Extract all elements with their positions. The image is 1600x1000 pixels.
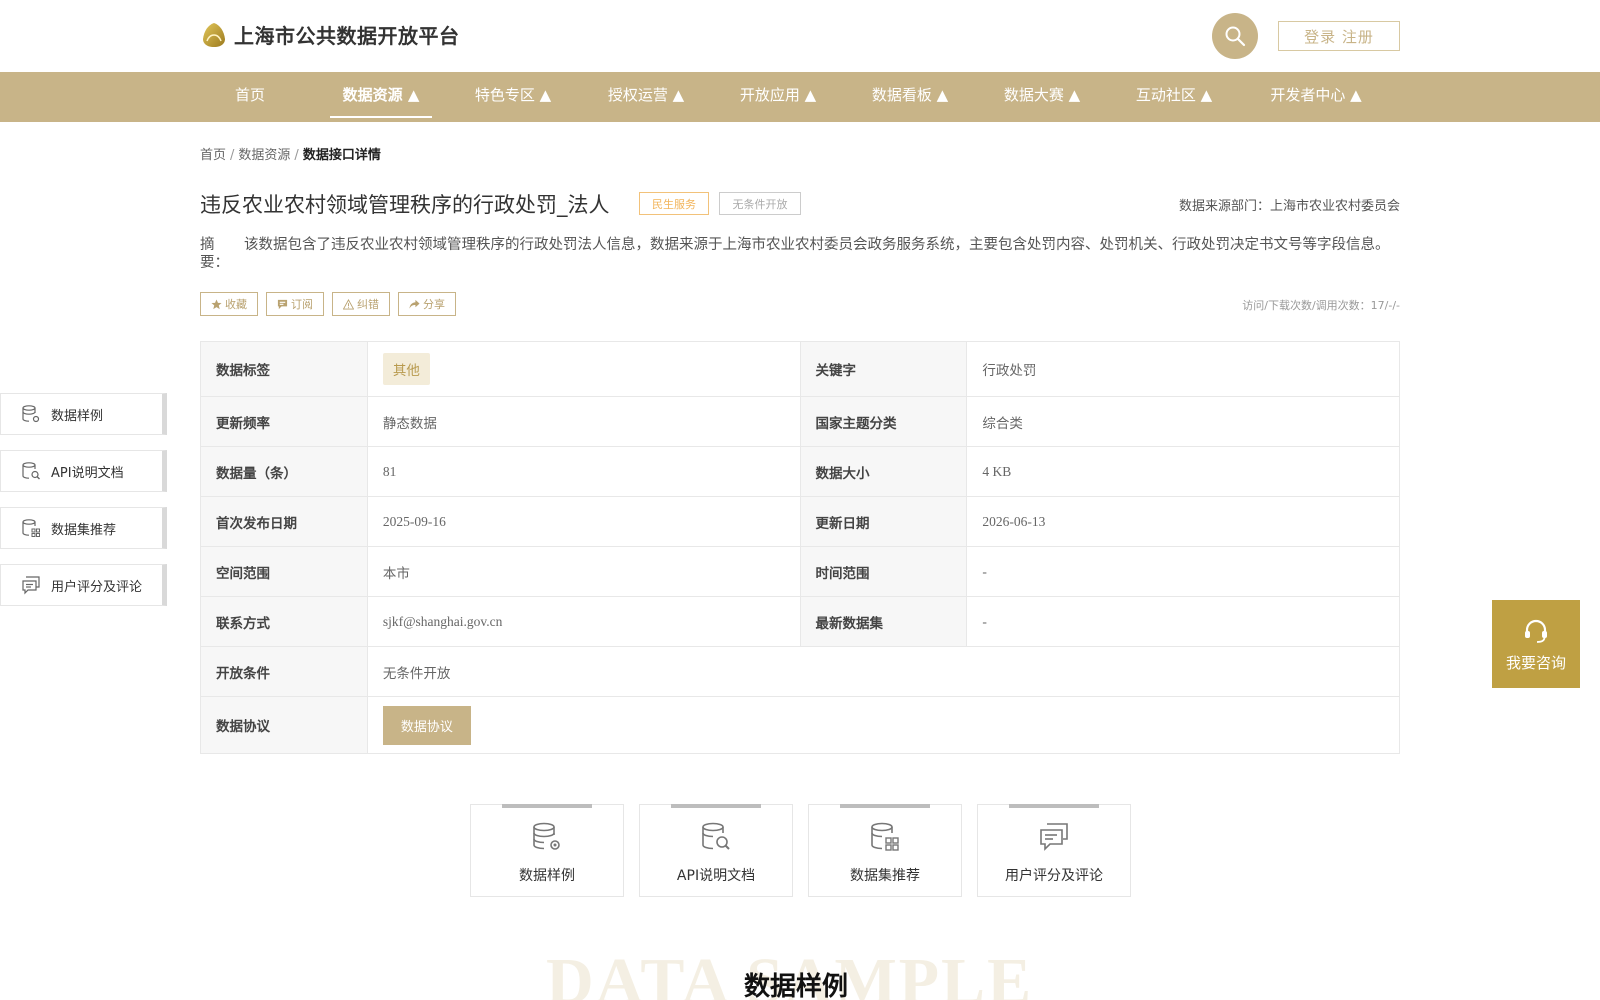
nav-developer-center[interactable]: 开发者中心 ▲ (1265, 72, 1367, 122)
table-value: 本市 (366, 546, 801, 597)
table-key: 开放条件 (200, 646, 368, 697)
database-gear-icon (533, 822, 560, 850)
star-icon (211, 298, 222, 309)
table-row: 联系方式 sjkf@shanghai.gov.cn 最新数据集 - (200, 596, 1400, 647)
share-button[interactable]: 分享 (398, 292, 456, 316)
site-logo[interactable]: 上海市公共数据开放平台 (200, 20, 460, 49)
table-value: - (966, 546, 1400, 597)
table-value: 无条件开放 (366, 646, 1401, 697)
source-department: 数据来源部门：上海市农业农村委员会 (1178, 199, 1400, 214)
table-row: 数据标签 其他 关键字 行政处罚 (200, 341, 1400, 397)
open-type-tag: 无条件开放 (719, 192, 801, 215)
table-row: 数据量（条） 81 数据大小 4 KB (200, 446, 1400, 497)
table-value: 静态数据 (366, 396, 801, 447)
table-key: 首次发布日期 (200, 496, 368, 547)
table-key: 时间范围 (799, 546, 968, 597)
dataset-info-table: 数据标签 其他 关键字 行政处罚 更新频率 静态数据 国家主题分类 综合类 数据… (200, 341, 1401, 754)
table-value: 综合类 (966, 396, 1400, 447)
table-key: 关键字 (799, 341, 968, 397)
nav-open-apps[interactable]: 开放应用 ▲ (735, 72, 821, 122)
breadcrumb-home[interactable]: 首页 (200, 148, 226, 163)
table-value: 2025-09-16 (366, 496, 801, 547)
table-key: 空间范围 (200, 546, 368, 597)
breadcrumb-current: 数据接口详情 (302, 148, 381, 163)
table-value: 数据协议 (366, 696, 1401, 754)
site-title: 上海市公共数据开放平台 (234, 24, 460, 48)
subscribe-icon (277, 299, 288, 309)
top-header: 上海市公共数据开放平台 登录 注册 (0, 0, 1600, 72)
table-value: 其他 (366, 341, 801, 397)
table-key: 数据标签 (200, 341, 368, 397)
card-api-doc[interactable]: API说明文档 (639, 804, 793, 897)
database-search-icon (702, 822, 730, 850)
share-icon (409, 299, 420, 309)
main-nav: 首页 数据资源 ▲ 特色专区 ▲ 授权运营 ▲ 开放应用 ▲ 数据看板 ▲ 数据… (0, 72, 1600, 122)
table-key: 数据大小 (799, 446, 968, 497)
side-item-comments[interactable]: 用户评分及评论 (0, 564, 167, 606)
access-stats: 访问/下载次数/调用次数：17/-/- (1242, 299, 1400, 312)
table-value: 2026-06-13 (966, 496, 1400, 547)
page-title: 违反农业农村领域管理秩序的行政处罚_法人 (200, 193, 610, 217)
comment-icon (1040, 823, 1068, 851)
table-row: 数据协议 数据协议 (200, 696, 1401, 754)
table-key: 联系方式 (200, 596, 368, 647)
action-bar: 收藏 订阅 纠错 分享 (200, 292, 456, 316)
database-search-icon (22, 462, 40, 480)
logo-icon (203, 22, 225, 47)
table-row: 空间范围 本市 时间范围 - (200, 546, 1400, 597)
nav-authorized-operation[interactable]: 授权运营 ▲ (603, 72, 689, 122)
card-data-sample[interactable]: 数据样例 (470, 804, 624, 897)
nav-home[interactable]: 首页 (228, 72, 272, 122)
nav-data-resources[interactable]: 数据资源 ▲ (330, 72, 432, 122)
latest-dataset-link[interactable]: - (966, 596, 1400, 647)
database-grid-icon (871, 822, 899, 851)
data-tag-chip[interactable]: 其他 (382, 353, 430, 385)
warning-icon (343, 298, 354, 310)
card-comments[interactable]: 用户评分及评论 (977, 804, 1131, 897)
search-button[interactable] (1212, 13, 1258, 59)
summary-text: 该数据包含了违反农业农村领域管理秩序的行政处罚法人信息，数据来源于上海市农业农村… (244, 237, 1390, 253)
breadcrumb: 首页 / 数据资源 / 数据接口详情 (200, 148, 381, 163)
table-value: 4 KB (966, 446, 1400, 497)
table-row: 开放条件 无条件开放 (200, 646, 1401, 697)
database-gear-icon (22, 405, 40, 423)
nav-special-zone[interactable]: 特色专区 ▲ (470, 72, 556, 122)
table-key: 数据协议 (200, 696, 368, 754)
nav-data-dashboard[interactable]: 数据看板 ▲ (867, 72, 953, 122)
table-row: 更新频率 静态数据 国家主题分类 综合类 (200, 396, 1400, 447)
table-key: 更新频率 (200, 396, 368, 447)
section-title: 数据样例 (744, 972, 849, 1000)
card-recommend[interactable]: 数据集推荐 (808, 804, 962, 897)
report-error-button[interactable]: 纠错 (332, 292, 390, 316)
consult-button[interactable]: 我要咨询 (1492, 600, 1580, 688)
comment-icon (22, 576, 40, 595)
table-row: 首次发布日期 2025-09-16 更新日期 2026-06-13 (200, 496, 1400, 547)
data-protocol-button[interactable]: 数据协议 (382, 705, 471, 745)
summary-label: 摘 要： (200, 237, 244, 271)
side-menu: 数据样例 API说明文档 数据集推荐 用户评分及评论 (0, 393, 167, 621)
database-grid-icon (22, 519, 40, 537)
table-key: 更新日期 (799, 496, 968, 547)
side-item-data-sample[interactable]: 数据样例 (0, 393, 167, 435)
nav-community[interactable]: 互动社区 ▲ (1131, 72, 1217, 122)
nav-data-contest[interactable]: 数据大赛 ▲ (999, 72, 1085, 122)
table-value: 行政处罚 (966, 341, 1400, 397)
table-key: 国家主题分类 (799, 396, 968, 447)
login-register-button[interactable]: 登录 注册 (1278, 21, 1400, 51)
headset-icon (1525, 619, 1547, 643)
favorite-button[interactable]: 收藏 (200, 292, 258, 316)
summary: 摘 要： 该数据包含了违反农业农村领域管理秩序的行政处罚法人信息，数据来源于上海… (200, 236, 1400, 272)
table-value: sjkf@shanghai.gov.cn (366, 596, 801, 647)
search-icon (1225, 26, 1246, 47)
table-value: 81 (366, 446, 801, 497)
service-tag: 民生服务 (639, 192, 709, 215)
side-item-recommend[interactable]: 数据集推荐 (0, 507, 167, 549)
table-key: 数据量（条） (200, 446, 368, 497)
side-item-api-doc[interactable]: API说明文档 (0, 450, 167, 492)
section-cards: 数据样例 API说明文档 数据集推荐 用户评分及评论 (470, 804, 1131, 897)
breadcrumb-resources[interactable]: 数据资源 (238, 148, 290, 163)
table-key: 最新数据集 (799, 596, 968, 647)
subscribe-button[interactable]: 订阅 (266, 292, 324, 316)
